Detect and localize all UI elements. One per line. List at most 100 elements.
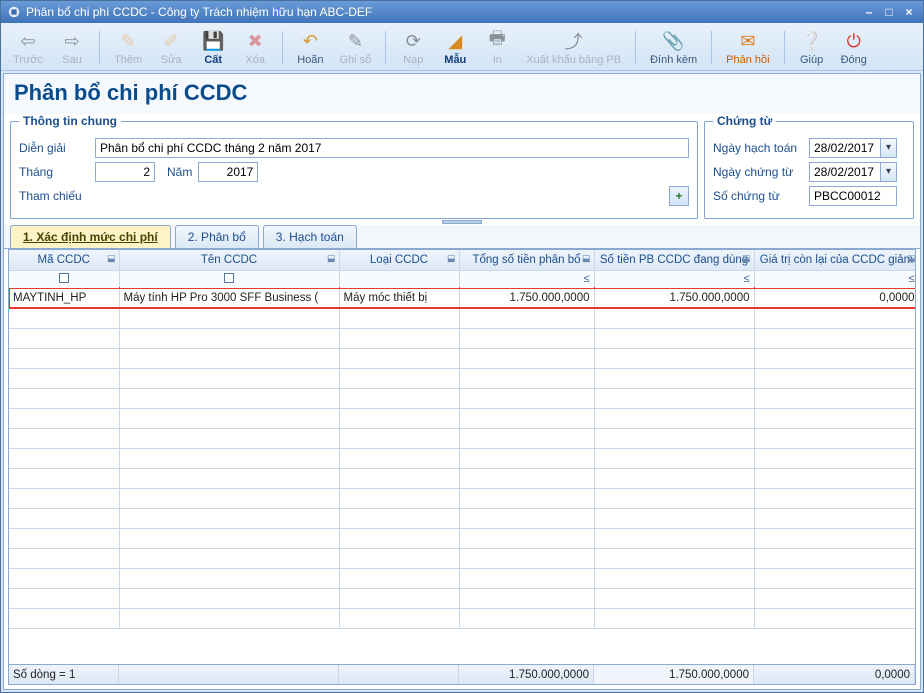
save-button[interactable]: 💾Cất <box>194 27 232 68</box>
arrow-right-icon: ⇨ <box>60 29 84 53</box>
ngay-chung-tu-input[interactable] <box>809 162 881 182</box>
pin-icon: ⬓ <box>447 253 456 264</box>
edit-icon: ✐ <box>159 29 183 53</box>
col-ma[interactable]: Mã CCDC⬓ <box>9 250 119 270</box>
table-row[interactable] <box>9 428 915 448</box>
window-title: Phân bổ chi phí CCDC - Công ty Trách nhi… <box>26 5 372 19</box>
table-row[interactable] <box>9 468 915 488</box>
tham-chieu-label: Tham chiếu <box>19 189 89 203</box>
add-reference-button[interactable]: + <box>669 186 689 206</box>
post-button[interactable]: ✎Ghi sổ <box>333 27 377 68</box>
cell-loai[interactable]: Máy móc thiết bị <box>339 288 459 308</box>
attach-button[interactable]: 📎Đính kèm <box>644 27 703 68</box>
toolbar: ⇦Trước ⇨Sau ✎Thêm ✐Sửa 💾Cất ✖Xóa ↶Hoãn ✎… <box>1 23 923 71</box>
add-button[interactable]: ✎Thêm <box>108 27 148 68</box>
help-button[interactable]: ❔Giúp <box>793 27 831 68</box>
cell-sotien[interactable]: 1.750.000,0000 <box>594 288 754 308</box>
app-icon <box>7 5 21 19</box>
date-dropdown-1[interactable]: ▾ <box>881 138 897 158</box>
table-row[interactable] <box>9 408 915 428</box>
cell-tong[interactable]: 1.750.000,0000 <box>459 288 594 308</box>
grid-footer: Số dòng = 1 1.750.000,0000 1.750.000,000… <box>9 664 915 684</box>
table-row[interactable] <box>9 388 915 408</box>
mail-icon: ✉ <box>736 29 760 53</box>
so-chung-tu-input[interactable] <box>809 186 897 206</box>
page-title: Phân bổ chi phí CCDC <box>4 74 920 114</box>
col-giatri[interactable]: Giá trị còn lại của CCDC giảm⬓ <box>754 250 915 270</box>
table-row[interactable] <box>9 608 915 628</box>
pin-icon: ⬓ <box>107 253 116 264</box>
filter-ma[interactable] <box>9 270 119 288</box>
delete-button[interactable]: ✖Xóa <box>236 27 274 68</box>
print-button[interactable]: 🖶In <box>478 27 516 68</box>
thang-label: Tháng <box>19 165 89 179</box>
delete-icon: ✖ <box>243 29 267 53</box>
pin-icon: ⬓ <box>582 253 591 264</box>
table-row[interactable] <box>9 488 915 508</box>
close-window-button[interactable]: × <box>901 5 917 19</box>
tabs: 1. Xác định mức chi phí 2. Phân bổ 3. Hạ… <box>4 225 920 249</box>
table-row[interactable] <box>9 568 915 588</box>
pin-icon: ⬓ <box>327 253 336 264</box>
col-sotien[interactable]: Số tiền PB CCDC đang dùng⬓ <box>594 250 754 270</box>
col-loai[interactable]: Loại CCDC⬓ <box>339 250 459 270</box>
chevron-down-icon: ▾ <box>886 142 891 153</box>
export-button[interactable]: ⤴Xuất khẩu bảng PB <box>520 27 627 68</box>
close-button[interactable]: ⏻Đóng <box>835 27 873 68</box>
checkbox-icon <box>224 273 234 283</box>
thang-input[interactable] <box>95 162 155 182</box>
feedback-button[interactable]: ✉Phản hồi <box>720 27 775 68</box>
tab-hach-toan[interactable]: 3. Hạch toán <box>263 225 357 248</box>
footer-sotien: 1.750.000,0000 <box>594 665 754 684</box>
date-dropdown-2[interactable]: ▾ <box>881 162 897 182</box>
cell-ten[interactable]: Máy tính HP Pro 3000 SFF Business ( <box>119 288 339 308</box>
footer-count: Số dòng = 1 <box>9 665 119 684</box>
template-button[interactable]: ◢Mẫu <box>436 27 474 68</box>
add-icon: ✎ <box>116 29 140 53</box>
table-row[interactable] <box>9 548 915 568</box>
table-row[interactable] <box>9 368 915 388</box>
ngay-hach-toan-input[interactable] <box>809 138 881 158</box>
edit-button[interactable]: ✐Sửa <box>152 27 190 68</box>
maximize-button[interactable]: □ <box>881 5 897 19</box>
prev-button[interactable]: ⇦Trước <box>7 27 49 68</box>
filter-sotien[interactable]: ≤ <box>594 270 754 288</box>
filter-giatri[interactable]: ≤ <box>754 270 915 288</box>
table-row[interactable] <box>9 308 915 328</box>
table-row[interactable] <box>9 328 915 348</box>
filter-tong[interactable]: ≤ <box>459 270 594 288</box>
table-row[interactable]: MAYTINH_HPMáy tính HP Pro 3000 SFF Busin… <box>9 288 915 308</box>
table-row[interactable] <box>9 588 915 608</box>
table-row[interactable] <box>9 528 915 548</box>
col-ten[interactable]: Tên CCDC⬓ <box>119 250 339 270</box>
footer-giatri: 0,0000 <box>754 665 915 684</box>
nam-input[interactable] <box>198 162 258 182</box>
table-row[interactable] <box>9 348 915 368</box>
save-icon: 💾 <box>201 29 225 53</box>
arrow-left-icon: ⇦ <box>16 29 40 53</box>
grid[interactable]: Mã CCDC⬓ Tên CCDC⬓ Loại CCDC⬓ Tổng số ti… <box>9 250 915 664</box>
tab-phan-bo[interactable]: 2. Phân bổ <box>175 225 259 248</box>
chevron-down-icon: ▾ <box>886 166 891 177</box>
undo-button[interactable]: ↶Hoãn <box>291 27 329 68</box>
col-tong[interactable]: Tổng số tiền phân bổ⬓ <box>459 250 594 270</box>
general-fieldset: Thông tin chung Diễn giải Tháng Năm Tham… <box>10 114 698 219</box>
pin-icon: ⬓ <box>742 253 751 264</box>
nam-label: Năm <box>167 165 192 179</box>
template-icon: ◢ <box>443 29 467 53</box>
tab-xac-dinh[interactable]: 1. Xác định mức chi phí <box>10 225 171 248</box>
dien-giai-input[interactable] <box>95 138 689 158</box>
filter-ten[interactable] <box>119 270 339 288</box>
cell-ma[interactable]: MAYTINH_HP <box>9 288 119 308</box>
power-icon: ⏻ <box>842 29 866 53</box>
cell-giatri[interactable]: 0,0000 <box>754 288 915 308</box>
minimize-button[interactable]: – <box>861 5 877 19</box>
table-row[interactable] <box>9 508 915 528</box>
next-button[interactable]: ⇨Sau <box>53 27 91 68</box>
filter-loai[interactable] <box>339 270 459 288</box>
ngay-chung-tu-label: Ngày chứng từ <box>713 165 803 179</box>
reload-icon: ⟳ <box>401 29 425 53</box>
reload-button[interactable]: ⟳Nạp <box>394 27 432 68</box>
pen-icon: ✎ <box>343 29 367 53</box>
table-row[interactable] <box>9 448 915 468</box>
